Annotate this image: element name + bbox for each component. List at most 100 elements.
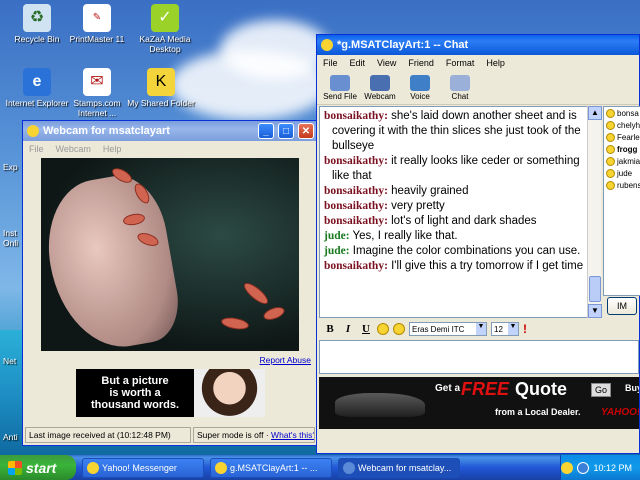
chat-message: bonsaikathy: I'll give this a try tomorr… — [324, 260, 584, 272]
buddy-item[interactable]: bonsa — [604, 107, 640, 119]
bold-button[interactable]: B — [323, 323, 337, 335]
chat-button[interactable]: Chat — [441, 74, 479, 101]
menu-view[interactable]: View — [377, 58, 396, 68]
smiley-icon — [606, 144, 615, 154]
buddy-item[interactable]: rubens — [604, 179, 640, 191]
menu-format[interactable]: Format — [446, 58, 475, 68]
webcam-menubar: File Webcam Help — [23, 141, 317, 157]
clay-slice — [220, 315, 250, 332]
chat-app-icon — [215, 461, 227, 474]
kazaa-icon: ✓ — [151, 4, 179, 32]
menu-webcam[interactable]: Webcam — [56, 144, 91, 154]
chevron-down-icon: ▼ — [476, 323, 486, 335]
desktop-icon-kazaa[interactable]: ✓ KaZaA Media Desktop — [128, 4, 202, 54]
smiley-icon — [606, 180, 615, 190]
chat-message: bonsaikathy: it really looks like ceder … — [324, 155, 580, 182]
taskbar: start Yahoo! Messenger g.MSATClayArt:1 -… — [0, 455, 640, 480]
webcam-title: Webcam for msatclayart — [43, 125, 170, 137]
desktop-edge-label: Anti — [3, 432, 18, 442]
ad-face-image — [194, 369, 265, 417]
desktop-edge-label: Inst Onli — [3, 228, 19, 248]
stamps-icon: ✉ — [83, 68, 111, 96]
webcam-button[interactable]: Webcam — [361, 74, 399, 101]
yahoo-messenger-icon — [87, 461, 99, 474]
close-icon[interactable]: ✕ — [298, 123, 314, 139]
webcam-titlebar[interactable]: Webcam for msatclayart _ □ ✕ — [23, 121, 317, 141]
voice-button[interactable]: Voice — [401, 74, 439, 101]
report-abuse-link[interactable]: Report Abuse — [259, 355, 311, 365]
clay-slice — [240, 279, 272, 308]
send-file-button[interactable]: Send File — [321, 74, 359, 101]
windows-flag-icon — [8, 460, 22, 475]
buddy-item[interactable]: jude — [604, 167, 640, 179]
font-select[interactable]: Eras Demi ITC ▼ — [409, 322, 487, 336]
scroll-down-icon[interactable]: ▼ — [588, 304, 602, 318]
buddy-item[interactable]: jakmia — [604, 155, 640, 167]
chat-toolbar: Send File Webcam Voice Chat — [317, 71, 639, 105]
webcam-video — [41, 158, 299, 351]
start-button[interactable]: start — [0, 455, 76, 480]
clock[interactable]: 10:12 PM — [593, 463, 632, 473]
scroll-thumb[interactable] — [589, 276, 601, 302]
conversation-scrollbar[interactable]: ▲ ▼ — [587, 106, 602, 318]
underline-button[interactable]: U — [359, 323, 373, 335]
desktop-cloud — [220, 20, 330, 80]
chat-ad-banner[interactable]: Get a FREE Quote Go Buy from a Local Dea… — [319, 377, 639, 429]
menu-help[interactable]: Help — [486, 58, 505, 68]
webcam-window: Webcam for msatclayart _ □ ✕ File Webcam… — [22, 120, 318, 446]
scroll-up-icon[interactable]: ▲ — [588, 106, 602, 120]
desktop-icon-shared-folder[interactable]: K My Shared Folder — [124, 68, 198, 108]
printmaster-icon: ✎ — [83, 4, 111, 32]
chat-message: jude: Imagine the color combinations you… — [324, 245, 581, 257]
smiley-icon — [606, 108, 615, 118]
desktop-edge-label: Exp — [3, 162, 18, 172]
ad-text: But a picture is worth a thousand words. — [91, 375, 179, 411]
webcam-ad-banner[interactable]: But a picture is worth a thousand words. — [76, 369, 265, 417]
menu-file[interactable]: File — [323, 58, 338, 68]
voice-icon — [410, 74, 430, 91]
color-palette-icon[interactable] — [377, 323, 389, 335]
buddy-list: bonsa chelyh Fearle frogg jakmia jude ru… — [603, 106, 640, 296]
chevron-down-icon: ▼ — [508, 323, 518, 335]
desktop-icon-stamps[interactable]: ✉ Stamps.com Internet ... — [60, 68, 134, 118]
message-input[interactable] — [319, 340, 639, 374]
send-file-icon — [330, 74, 350, 91]
menu-edit[interactable]: Edit — [350, 58, 366, 68]
webcam-icon — [370, 74, 390, 91]
taskbar-item-yahoo-messenger[interactable]: Yahoo! Messenger — [82, 457, 204, 478]
buddy-item[interactable]: Fearle — [604, 131, 640, 143]
taskbar-item-chat[interactable]: g.MSATClayArt:1 -- ... — [210, 457, 332, 478]
buzz-icon[interactable]: ! — [523, 322, 527, 336]
yahoo-tray-icon[interactable] — [561, 461, 574, 474]
desktop-icon-printmaster[interactable]: ✎ PrintMaster 11 — [60, 4, 134, 44]
smiley-icon — [606, 132, 615, 142]
emoticon-icon[interactable] — [393, 323, 405, 335]
chat-message: bonsaikathy: lot's of light and dark sha… — [324, 215, 537, 227]
buddy-item[interactable]: chelyh — [604, 119, 640, 131]
minimize-icon[interactable]: _ — [258, 123, 274, 139]
menu-file[interactable]: File — [29, 144, 44, 154]
whats-this-link[interactable]: What's this? — [271, 430, 314, 440]
buddy-item[interactable]: frogg — [604, 143, 640, 155]
webcam-app-icon — [27, 125, 39, 137]
font-size-select[interactable]: 12 ▼ — [491, 322, 519, 336]
super-mode-status: Super mode is off · What's this? — [193, 427, 315, 443]
chat-titlebar[interactable]: *g.MSATClayArt:1 -- Chat — [317, 35, 639, 55]
conversation-pane[interactable]: bonsaikathy: she's laid down another she… — [319, 106, 601, 318]
ad-go-button[interactable]: Go — [591, 383, 612, 397]
webcam-icon — [343, 461, 355, 474]
chat-menubar: File Edit View Friend Format Help — [317, 55, 639, 71]
chat-window: *g.MSATClayArt:1 -- Chat File Edit View … — [316, 34, 640, 454]
recycle-bin-icon: ♻ — [23, 4, 51, 32]
maximize-icon[interactable]: □ — [278, 123, 294, 139]
clay-slice — [261, 304, 287, 323]
taskbar-item-webcam[interactable]: Webcam for msatclay... — [338, 457, 460, 478]
im-button[interactable]: IM — [607, 297, 637, 315]
italic-button[interactable]: I — [341, 323, 355, 335]
network-tray-icon[interactable] — [577, 461, 590, 474]
smiley-icon — [606, 156, 615, 166]
menu-friend[interactable]: Friend — [408, 58, 434, 68]
menu-help[interactable]: Help — [103, 144, 122, 154]
desktop-edge-label: Net — [3, 356, 17, 366]
chat-title: *g.MSATClayArt:1 -- Chat — [337, 39, 469, 51]
